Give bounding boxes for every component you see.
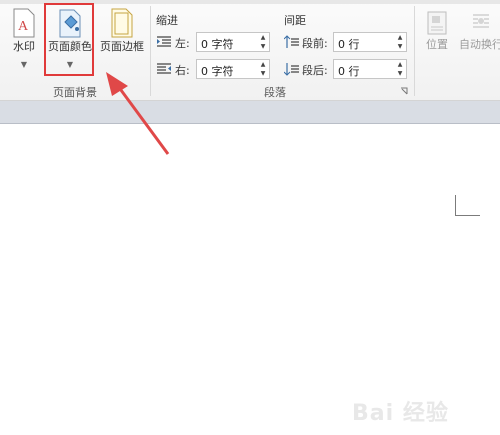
baidu-watermark: Bai 经验 <box>352 401 449 426</box>
annotation-arrow-icon <box>106 72 170 155</box>
